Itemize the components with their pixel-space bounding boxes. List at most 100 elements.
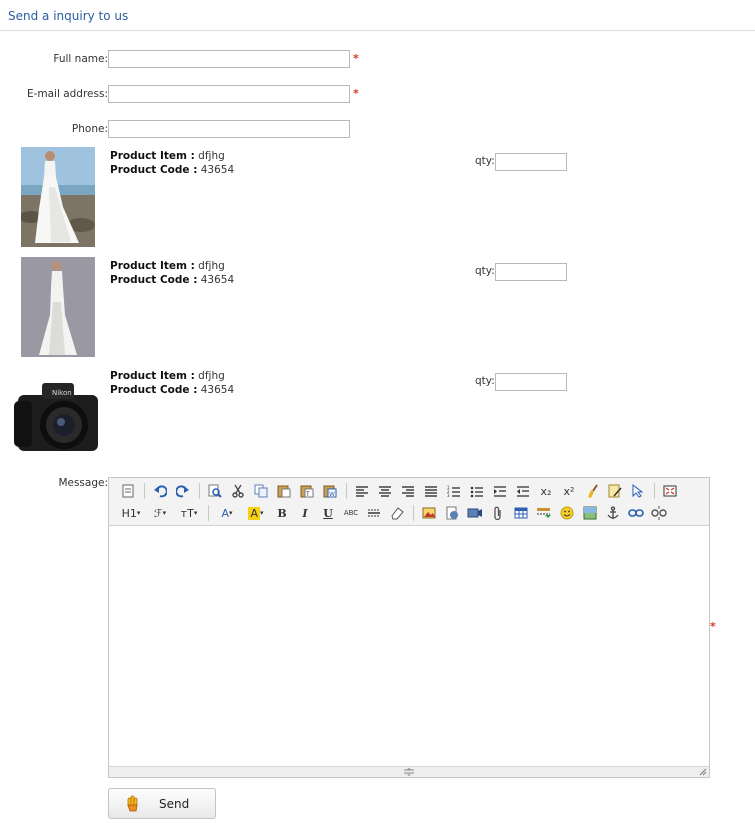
email-input[interactable] <box>108 85 350 103</box>
send-button[interactable]: Send <box>108 788 216 819</box>
page-title: Send a inquiry to us <box>8 9 129 23</box>
phone-input[interactable] <box>108 120 350 138</box>
copy-icon[interactable] <box>250 481 272 501</box>
full-name-input[interactable] <box>108 50 350 68</box>
paste-icon[interactable] <box>273 481 295 501</box>
product-code-value: 43654 <box>200 384 235 396</box>
preview-icon[interactable] <box>204 481 226 501</box>
indent-icon[interactable] <box>489 481 511 501</box>
outdent-icon[interactable] <box>512 481 534 501</box>
product-info: Product Item : dfjhg Product Code : 4365… <box>110 259 234 287</box>
qty-input[interactable] <box>495 373 567 391</box>
flash-icon[interactable] <box>441 503 463 523</box>
product-code-label: Product Code : <box>110 384 198 396</box>
italic-icon[interactable]: I <box>294 503 316 523</box>
font-color-label: A <box>221 506 229 520</box>
media-icon[interactable] <box>464 503 486 523</box>
qty-input[interactable] <box>495 153 567 171</box>
toolbar-separator <box>654 483 655 499</box>
table-icon[interactable] <box>510 503 532 523</box>
strikethrough-icon[interactable]: ABC <box>340 503 362 523</box>
toolbar-separator <box>208 505 209 521</box>
ordered-list-icon[interactable]: 123 <box>443 481 465 501</box>
send-button-label: Send <box>159 796 190 811</box>
fullscreen-icon[interactable] <box>659 481 681 501</box>
phone-label: Phone: <box>71 123 108 135</box>
select-all-icon[interactable] <box>627 481 649 501</box>
editor-toolbar: T W 123 x₂ x² H1 ▾ ℱ ▾ тT ▾ A ▾ A ▾ B I … <box>109 478 709 526</box>
attachment-icon[interactable] <box>487 503 509 523</box>
svg-text:W: W <box>329 491 335 498</box>
font-family-icon[interactable]: ℱ ▾ <box>146 503 174 523</box>
toolbar-row-1: T W 123 x₂ x² <box>117 481 682 501</box>
rich-text-editor: T W 123 x₂ x² H1 ▾ ℱ ▾ тT ▾ A ▾ A ▾ B I … <box>108 477 710 778</box>
toolbar-row-2: H1 ▾ ℱ ▾ тT ▾ A ▾ A ▾ B I U ABC <box>117 503 671 523</box>
anchor-icon[interactable] <box>602 503 624 523</box>
full-name-required-mark: * <box>353 52 359 65</box>
eraser-icon[interactable] <box>386 503 408 523</box>
email-required-mark: * <box>353 87 359 100</box>
superscript-icon[interactable]: x² <box>558 481 580 501</box>
subscript-icon[interactable]: x₂ <box>535 481 557 501</box>
undo-icon[interactable] <box>149 481 171 501</box>
product-item-value: dfjhg <box>198 370 225 382</box>
horizontal-rule-icon[interactable] <box>363 503 385 523</box>
message-label: Message: <box>58 477 108 489</box>
svg-text:3: 3 <box>447 493 450 498</box>
gallery-icon[interactable] <box>579 503 601 523</box>
editor-content-area[interactable] <box>109 527 709 766</box>
qty-label: qty: <box>475 375 495 387</box>
product-code-value: 43654 <box>200 274 235 286</box>
align-justify-icon[interactable] <box>420 481 442 501</box>
font-color-icon[interactable]: A ▾ <box>213 503 241 523</box>
spellcheck-icon[interactable] <box>604 481 626 501</box>
source-icon[interactable] <box>117 481 139 501</box>
align-left-icon[interactable] <box>351 481 373 501</box>
hand-pointer-icon <box>127 795 138 811</box>
clean-icon[interactable] <box>581 481 603 501</box>
unordered-list-icon[interactable] <box>466 481 488 501</box>
unlink-icon[interactable] <box>648 503 670 523</box>
product-image-wedding-dress-studio <box>21 257 95 357</box>
product-code-value: 43654 <box>200 164 235 176</box>
paste-word-icon[interactable]: W <box>319 481 341 501</box>
highlight-icon[interactable]: A ▾ <box>242 503 270 523</box>
image-icon[interactable] <box>418 503 440 523</box>
page-break-icon[interactable] <box>533 503 555 523</box>
toolbar-separator <box>346 483 347 499</box>
link-icon[interactable] <box>625 503 647 523</box>
product-row: Product Item : dfjhg Product Code : 4365… <box>0 147 755 251</box>
full-name-label: Full name: <box>53 53 108 65</box>
toolbar-separator <box>199 483 200 499</box>
product-item-label: Product Item : <box>110 260 195 272</box>
align-center-icon[interactable] <box>374 481 396 501</box>
bold-icon[interactable]: B <box>271 503 293 523</box>
toolbar-separator <box>144 483 145 499</box>
product-item-label: Product Item : <box>110 150 195 162</box>
resize-grip-icon[interactable] <box>699 768 707 776</box>
resize-handle-icon <box>404 768 414 776</box>
redo-icon[interactable] <box>172 481 194 501</box>
product-code-label: Product Code : <box>110 274 198 286</box>
toolbar-separator <box>413 505 414 521</box>
font-family-label: ℱ <box>153 506 163 520</box>
product-row: Product Item : dfjhg Product Code : 4365… <box>0 257 755 361</box>
product-code-label: Product Code : <box>110 164 198 176</box>
qty-input[interactable] <box>495 263 567 281</box>
product-item-value: dfjhg <box>198 260 225 272</box>
underline-icon[interactable]: U <box>317 503 339 523</box>
highlight-label: A <box>248 506 260 520</box>
svg-text:T: T <box>305 491 310 498</box>
align-right-icon[interactable] <box>397 481 419 501</box>
paste-text-icon[interactable]: T <box>296 481 318 501</box>
product-item-value: dfjhg <box>198 150 225 162</box>
cut-icon[interactable] <box>227 481 249 501</box>
editor-resize-bar[interactable] <box>109 766 709 777</box>
qty-label: qty: <box>475 155 495 167</box>
font-size-icon[interactable]: тT ▾ <box>175 503 203 523</box>
product-image-wedding-dress-beach <box>21 147 95 247</box>
product-info: Product Item : dfjhg Product Code : 4365… <box>110 369 234 397</box>
emoticon-icon[interactable] <box>556 503 578 523</box>
product-image-nikon-camera: Nikon <box>12 375 104 463</box>
heading-icon[interactable]: H1 ▾ <box>117 503 145 523</box>
